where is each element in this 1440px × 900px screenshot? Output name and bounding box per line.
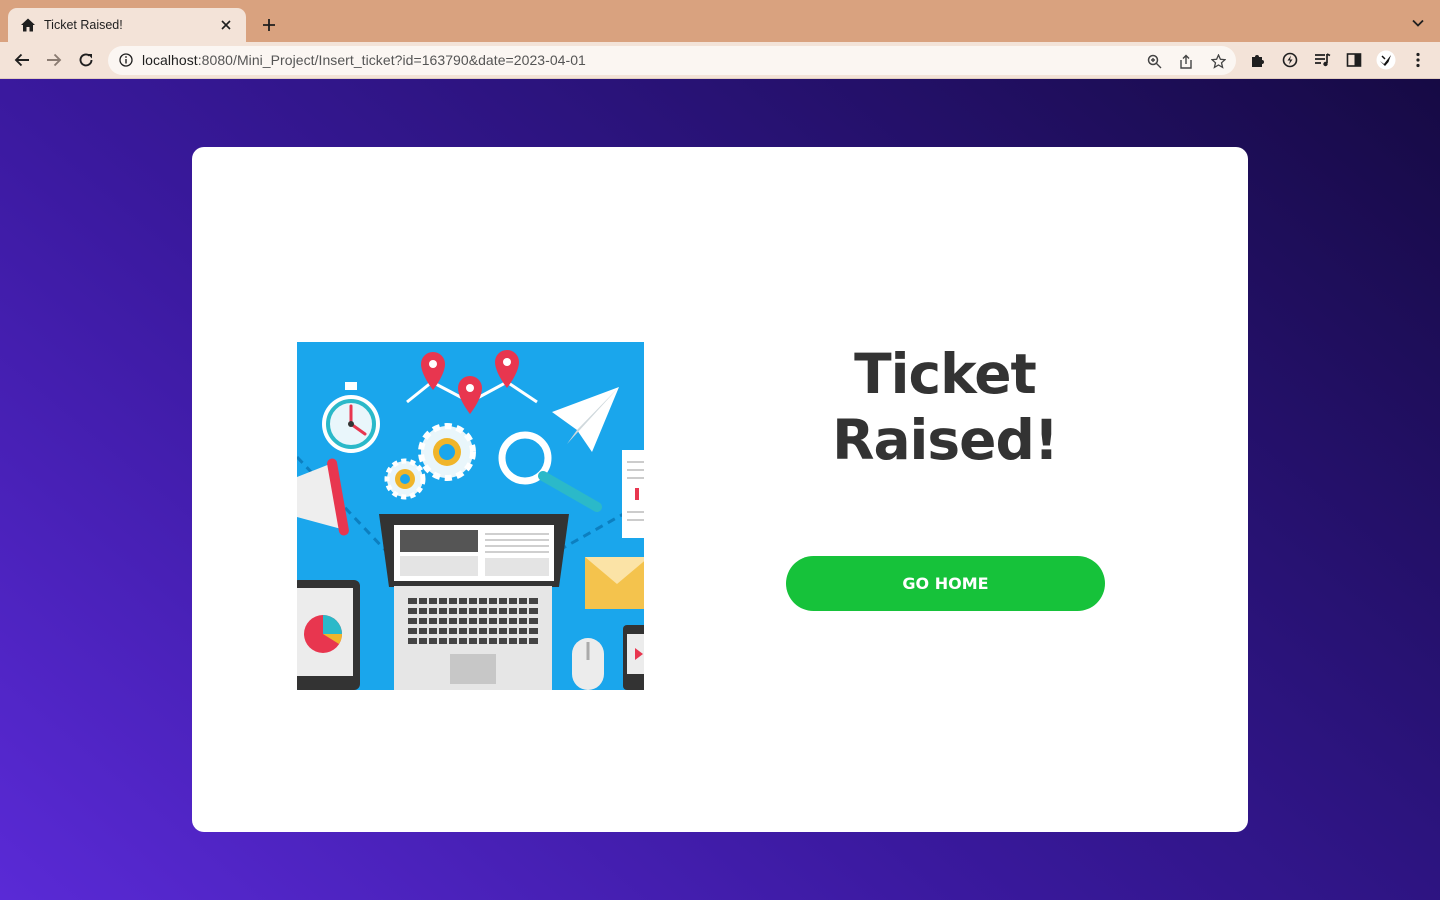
url-text[interactable]: localhost:8080/Mini_Project/Insert_ticke… xyxy=(142,52,586,68)
tab-title: Ticket Raised! xyxy=(44,18,123,32)
reload-icon[interactable] xyxy=(73,47,99,73)
browser-toolbar: localhost:8080/Mini_Project/Insert_ticke… xyxy=(0,42,1440,79)
page-title: Ticket Raised! xyxy=(786,341,1104,473)
tab-strip: Ticket Raised! xyxy=(0,0,1440,42)
close-tab-icon[interactable] xyxy=(216,15,236,35)
browser-tab[interactable]: Ticket Raised! xyxy=(8,8,246,42)
zoom-icon[interactable] xyxy=(1144,51,1164,71)
info-icon[interactable] xyxy=(119,53,133,67)
page-title-line-2: Raised! xyxy=(832,408,1059,472)
new-tab-button[interactable] xyxy=(256,12,282,38)
page-title-line-1: Ticket xyxy=(854,342,1037,406)
share-icon[interactable] xyxy=(1176,51,1196,71)
url-host: localhost xyxy=(142,52,198,68)
office-illustration xyxy=(297,342,644,690)
address-bar[interactable]: localhost:8080/Mini_Project/Insert_ticke… xyxy=(108,46,1236,75)
sync-icon[interactable] xyxy=(1280,50,1300,70)
profile-icon[interactable] xyxy=(1376,50,1396,70)
go-home-button[interactable]: GO HOME xyxy=(786,556,1105,611)
url-path: :8080/Mini_Project/Insert_ticket?id=1637… xyxy=(197,52,586,68)
ticket-card: Ticket Raised! GO HOME xyxy=(192,147,1248,832)
side-panel-icon[interactable] xyxy=(1344,50,1364,70)
star-icon[interactable] xyxy=(1208,51,1228,71)
page-background: Ticket Raised! GO HOME xyxy=(0,79,1440,900)
puzzle-icon[interactable] xyxy=(1248,50,1268,70)
home-icon xyxy=(20,17,36,33)
forward-arrow-icon[interactable] xyxy=(41,47,67,73)
media-icon[interactable] xyxy=(1312,50,1332,70)
back-arrow-icon[interactable] xyxy=(9,47,35,73)
chevron-down-icon[interactable] xyxy=(1408,13,1428,33)
kebab-menu-icon[interactable] xyxy=(1408,50,1428,70)
